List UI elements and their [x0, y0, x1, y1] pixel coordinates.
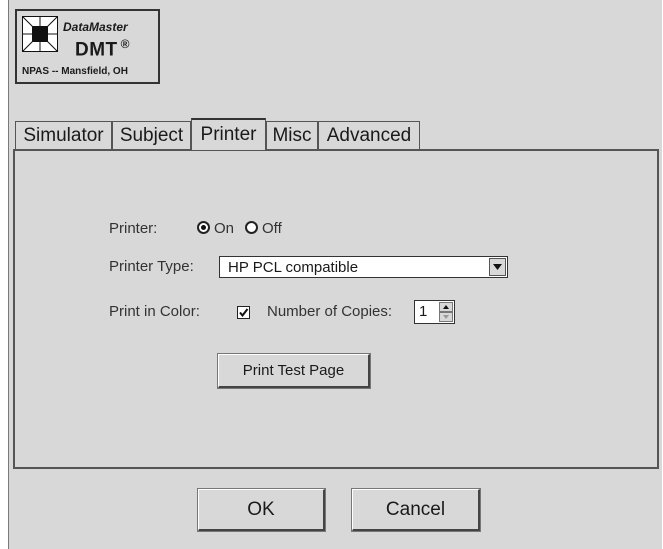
logo-agency-text: NPAS -- Mansfield, OH	[22, 66, 128, 77]
radio-selected-dot	[201, 225, 206, 230]
datamaster-logo: DataMaster DMT ® NPAS -- Mansfield, OH	[15, 9, 160, 84]
datamaster-logo-icon	[22, 16, 58, 52]
tab-printer[interactable]: Printer	[191, 118, 266, 150]
printer-panel: Printer: On Off Printer Type: HP PCL com…	[13, 149, 659, 469]
logo-model-text: DMT	[75, 39, 118, 61]
print-in-color-checkbox[interactable]	[237, 306, 250, 319]
logo-model-name: DMT ®	[75, 37, 130, 61]
number-of-copies-value[interactable]: 1	[419, 303, 427, 320]
logo-product-name: DataMaster	[63, 20, 128, 34]
spinner-up-button[interactable]	[439, 302, 453, 312]
checkmark-icon	[239, 308, 249, 318]
printer-type-dropdown-button[interactable]	[489, 258, 506, 276]
printer-on-radio[interactable]	[197, 221, 210, 234]
arrow-down-icon	[443, 315, 449, 319]
printer-type-value: HP PCL compatible	[228, 259, 359, 276]
print-test-page-button[interactable]: Print Test Page	[217, 353, 371, 389]
printer-off-radio[interactable]	[245, 221, 258, 234]
printer-type-label: Printer Type:	[109, 258, 194, 275]
tab-simulator[interactable]: Simulator	[15, 121, 112, 149]
settings-window: DataMaster DMT ® NPAS -- Mansfield, OH Si…	[8, 0, 662, 549]
chevron-down-icon	[493, 264, 502, 270]
tab-misc[interactable]: Misc	[266, 121, 318, 149]
arrow-up-icon	[443, 305, 449, 309]
printer-label: Printer:	[109, 220, 158, 237]
logo-registered-mark: ®	[120, 37, 130, 51]
ok-button[interactable]: OK	[197, 488, 326, 532]
cancel-button[interactable]: Cancel	[351, 488, 481, 532]
print-in-color-label: Print in Color:	[109, 303, 200, 320]
printer-off-label[interactable]: Off	[262, 220, 282, 237]
spinner-buttons	[439, 302, 453, 322]
tab-advanced[interactable]: Advanced	[318, 121, 420, 149]
printer-type-select[interactable]: HP PCL compatible	[219, 256, 508, 278]
tab-subject[interactable]: Subject	[112, 121, 191, 149]
spinner-down-button[interactable]	[439, 312, 453, 322]
number-of-copies-label: Number of Copies:	[267, 303, 393, 320]
number-of-copies-spinner[interactable]: 1	[414, 300, 455, 324]
printer-on-label[interactable]: On	[214, 220, 234, 237]
